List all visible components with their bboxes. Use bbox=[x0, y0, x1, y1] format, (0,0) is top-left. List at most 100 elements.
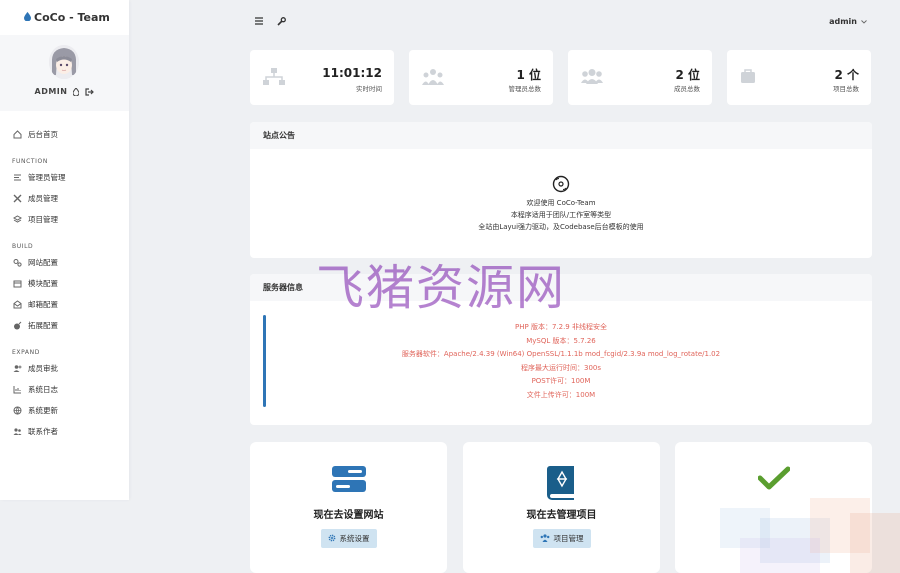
server-line: 程序最大运行时间：300s bbox=[520, 363, 601, 372]
user-dropdown[interactable]: admin bbox=[829, 17, 867, 26]
card-title: 现在去设置网站 bbox=[313, 510, 384, 521]
list-icon bbox=[12, 173, 22, 183]
stat-value: 11:01:12 bbox=[322, 66, 382, 80]
briefcase-icon bbox=[740, 68, 756, 86]
brand-name: CoCo - Team bbox=[34, 11, 110, 24]
logout-icon[interactable] bbox=[85, 87, 95, 96]
stat-card-members: 2 位 成员总数 bbox=[568, 50, 712, 105]
notice-line: 本程序适用于团队/工作室等类型 bbox=[510, 211, 612, 219]
globe-icon bbox=[12, 406, 22, 416]
sidebar-item-member-manage[interactable]: 成员管理 bbox=[0, 188, 129, 209]
menu-toggle-icon[interactable] bbox=[255, 17, 263, 27]
stat-label: 项目总数 bbox=[833, 85, 859, 93]
sidebar-item-member-approval[interactable]: 成员审批 bbox=[0, 358, 129, 379]
sidebar-item-label: 成员管理 bbox=[28, 194, 58, 203]
notice-panel: 站点公告 欢迎使用 CoCo-Team 本程序适用于团队/工作室等类型 全站由L… bbox=[250, 122, 872, 258]
profile-card: ADMIN bbox=[0, 35, 129, 111]
box-icon bbox=[12, 279, 22, 289]
stat-value: 2 位 bbox=[675, 68, 700, 82]
user-plus-icon bbox=[12, 364, 22, 374]
button-label: 系统设置 bbox=[339, 534, 370, 543]
stat-card-time: 11:01:12 实时时间 bbox=[250, 50, 394, 105]
sidebar-item-site-config[interactable]: 网站配置 bbox=[0, 252, 129, 273]
stat-card-admins: 1 位 管理员总数 bbox=[409, 50, 553, 105]
notice-line: 欢迎使用 CoCo-Team bbox=[526, 199, 596, 207]
puzzle-icon bbox=[12, 194, 22, 204]
sitemap-icon bbox=[263, 68, 285, 87]
home-icon bbox=[12, 130, 22, 140]
sidebar-item-label: 拓展配置 bbox=[28, 321, 58, 330]
stat-value: 2 个 bbox=[834, 68, 859, 82]
sidebar-item-home[interactable]: 后台首页 bbox=[0, 124, 129, 145]
server-body: PHP 版本：7.2.9 非线程安全 MySQL 版本：5.7.26 服务器软件… bbox=[250, 301, 872, 425]
card-site-settings[interactable]: 现在去设置网站 系统设置 bbox=[250, 442, 447, 573]
card-title: 现在去管理项目 bbox=[526, 510, 597, 521]
sidebar-heading-build: BUILD bbox=[12, 243, 34, 250]
gear-icon bbox=[328, 534, 336, 544]
notice-line: 全站由Layui强力驱动，及Codebase后台模板的使用 bbox=[478, 223, 644, 231]
watermark: 飞猪资源网 bbox=[316, 260, 567, 316]
profile-name: ADMIN bbox=[34, 87, 68, 96]
stat-label: 管理员总数 bbox=[508, 85, 542, 93]
stat-card-projects: 2 个 项目总数 bbox=[727, 50, 871, 105]
users-icon bbox=[12, 427, 22, 437]
stat-label: 成员总数 bbox=[674, 85, 700, 93]
sidebar-heading-function: FUNCTION bbox=[12, 158, 48, 165]
project-manage-button[interactable]: 项目管理 bbox=[532, 529, 591, 548]
sidebar-item-module-config[interactable]: 模块配置 bbox=[0, 273, 129, 294]
sidebar-item-system-update[interactable]: 系统更新 bbox=[0, 400, 129, 421]
avatar[interactable] bbox=[49, 45, 79, 79]
stat-label: 实时时间 bbox=[356, 85, 382, 93]
chart-icon bbox=[12, 385, 22, 395]
sidebar-item-label: 成员审批 bbox=[28, 364, 58, 373]
sidebar-item-mail-config[interactable]: 邮箱配置 bbox=[0, 294, 129, 315]
brand[interactable]: CoCo - Team bbox=[0, 0, 129, 35]
panel-title: 站点公告 bbox=[250, 122, 872, 149]
sidebar-item-label: 邮箱配置 bbox=[28, 300, 58, 309]
users-icon bbox=[422, 68, 444, 87]
drop-icon bbox=[24, 11, 31, 24]
layers-icon bbox=[12, 215, 22, 225]
stat-value: 1 位 bbox=[516, 68, 541, 82]
card-project-manage[interactable]: 现在去管理项目 项目管理 bbox=[463, 442, 660, 573]
button-label: 项目管理 bbox=[553, 534, 584, 543]
sidebar-item-label: 系统日志 bbox=[28, 385, 58, 394]
sidebar-item-label: 管理员管理 bbox=[28, 173, 66, 182]
bomb-icon bbox=[12, 321, 22, 331]
wrench-icon[interactable] bbox=[277, 17, 286, 28]
profile-row: ADMIN bbox=[0, 87, 129, 96]
server-lines: PHP 版本：7.2.9 非线程安全 MySQL 版本：5.7.26 服务器软件… bbox=[250, 321, 872, 403]
sidebar-item-label: 后台首页 bbox=[28, 130, 58, 139]
sidebar-item-label: 联系作者 bbox=[28, 427, 58, 436]
sidebar-item-contact-author[interactable]: 联系作者 bbox=[0, 421, 129, 442]
server-line: PHP 版本：7.2.9 非线程安全 bbox=[515, 323, 607, 331]
compact-disc-icon bbox=[250, 175, 872, 193]
sidebar-nav: 后台首页 FUNCTION 管理员管理 成员管理 项目管理 BUILD 网站配置… bbox=[0, 111, 129, 442]
sidebar-item-label: 系统更新 bbox=[28, 406, 58, 415]
sidebar-item-label: 网站配置 bbox=[28, 258, 58, 267]
server-line: POST许可：100M bbox=[531, 377, 591, 386]
user-name: admin bbox=[829, 17, 857, 26]
sidebar-item-extend-config[interactable]: 拓展配置 bbox=[0, 315, 129, 336]
sidebar: CoCo - Team ADMIN 后台首页 FUNCTION 管理员管理 成员… bbox=[0, 0, 129, 500]
users-icon bbox=[540, 533, 550, 544]
theme-drop-icon[interactable] bbox=[73, 87, 80, 96]
gears-icon bbox=[12, 258, 22, 268]
sidebar-item-system-log[interactable]: 系统日志 bbox=[0, 379, 129, 400]
sidebar-item-label: 模块配置 bbox=[28, 279, 58, 288]
server-line: 服务器软件：Apache/2.4.39 (Win64) OpenSSL/1.1.… bbox=[401, 350, 721, 359]
system-settings-button[interactable]: 系统设置 bbox=[320, 529, 377, 548]
sidebar-heading-expand: EXPAND bbox=[12, 349, 40, 356]
server-line: 文件上传许可：100M bbox=[526, 390, 596, 399]
sidebar-item-label: 项目管理 bbox=[28, 215, 58, 224]
decorative-noise bbox=[720, 498, 900, 573]
sidebar-item-admin-manage[interactable]: 管理员管理 bbox=[0, 167, 129, 188]
server-line: MySQL 版本：5.7.26 bbox=[526, 336, 596, 345]
chevron-down-icon bbox=[861, 17, 867, 26]
server-icon bbox=[331, 466, 366, 494]
envelope-icon bbox=[12, 300, 22, 310]
sidebar-item-project-manage[interactable]: 项目管理 bbox=[0, 209, 129, 230]
group-icon bbox=[581, 68, 603, 87]
notice-body: 欢迎使用 CoCo-Team 本程序适用于团队/工作室等类型 全站由Layui强… bbox=[250, 149, 872, 233]
book-icon bbox=[546, 466, 577, 502]
